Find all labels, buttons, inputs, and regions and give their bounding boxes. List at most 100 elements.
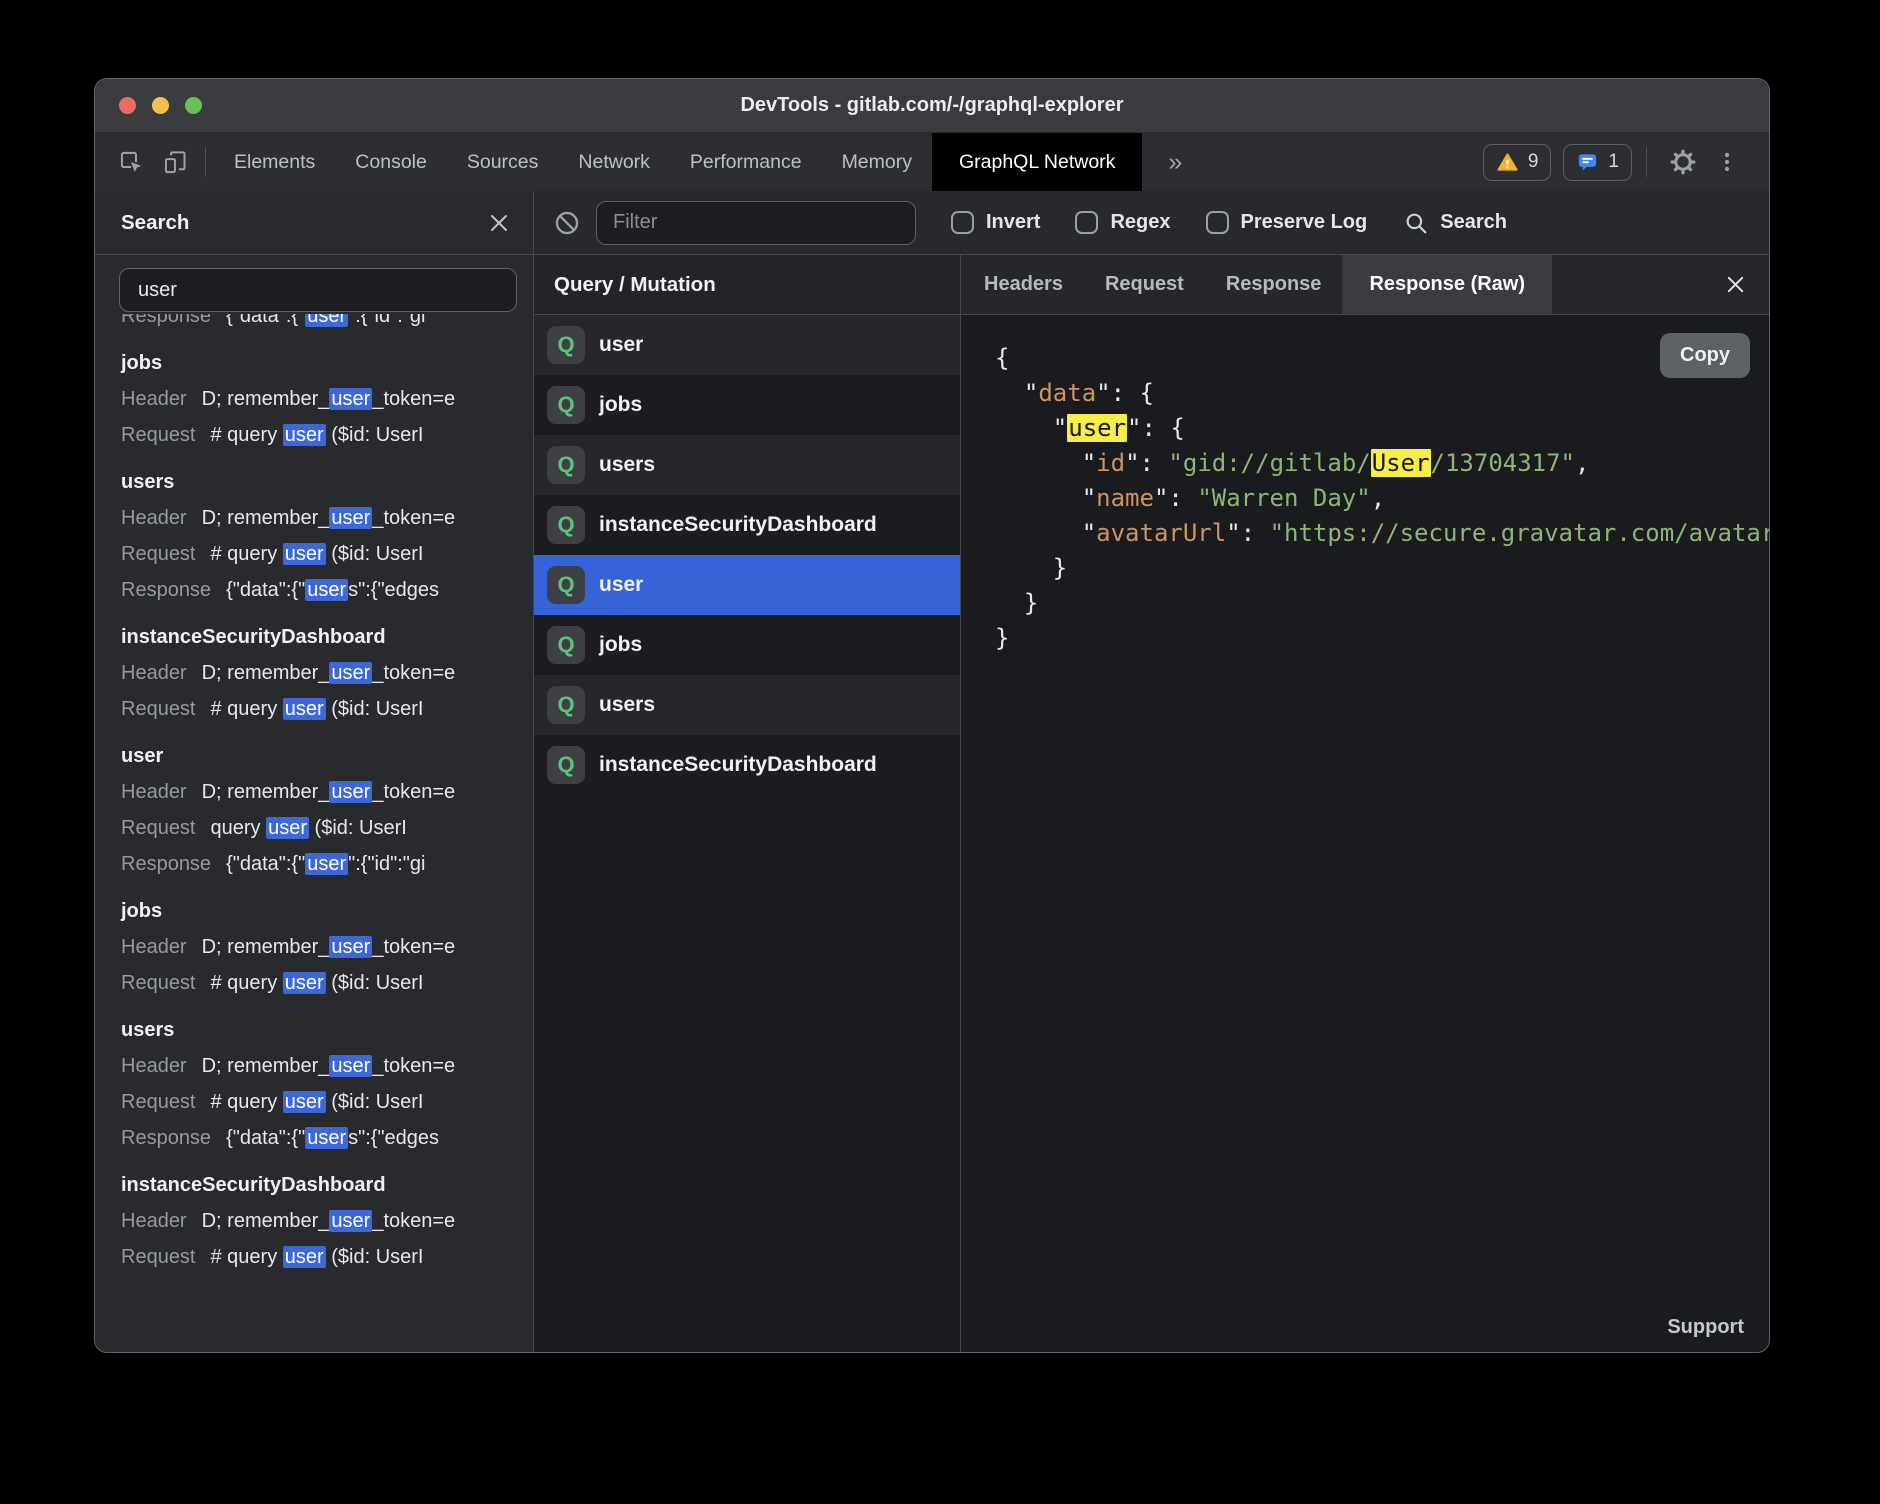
search-result-line[interactable]: HeaderD; remember_user_token=e bbox=[121, 388, 533, 411]
regex-checkbox-box[interactable] bbox=[1075, 211, 1098, 234]
filter-input[interactable] bbox=[596, 201, 916, 245]
search-result-line[interactable]: HeaderD; remember_user_token=e bbox=[121, 507, 533, 530]
search-result-line[interactable]: Request# query user ($id: UserI bbox=[121, 543, 533, 566]
toolbar-divider bbox=[205, 147, 206, 177]
search-result-operation[interactable]: users bbox=[121, 471, 533, 494]
search-result-operation[interactable]: jobs bbox=[121, 352, 533, 375]
tab-sources[interactable]: Sources bbox=[447, 133, 559, 191]
search-result-line[interactable]: Requestquery user ($id: UserI bbox=[121, 817, 533, 840]
query-list-item[interactable]: Qjobs bbox=[534, 615, 960, 675]
detail-panel: HeadersRequestResponse Response (Raw) Co… bbox=[961, 255, 1769, 1352]
query-list-title: Query / Mutation bbox=[554, 273, 716, 297]
copy-button[interactable]: Copy bbox=[1660, 333, 1750, 378]
search-match-highlight: user bbox=[305, 579, 348, 601]
invert-checkbox[interactable]: Invert bbox=[951, 211, 1040, 234]
search-result-line[interactable]: Request# query user ($id: UserI bbox=[121, 698, 533, 721]
invert-checkbox-box[interactable] bbox=[951, 211, 974, 234]
close-window-button[interactable] bbox=[119, 97, 136, 114]
search-result-operation[interactable]: user bbox=[121, 745, 533, 768]
preserve-log-checkbox-box[interactable] bbox=[1206, 211, 1229, 234]
search-result-operation[interactable]: jobs bbox=[121, 900, 533, 923]
search-result-line[interactable]: Request# query user ($id: UserI bbox=[121, 1091, 533, 1114]
result-line-label: Header bbox=[121, 662, 187, 685]
search-result-line[interactable]: HeaderD; remember_user_token=e bbox=[121, 1210, 533, 1233]
search-result-line[interactable]: HeaderD; remember_user_token=e bbox=[121, 781, 533, 804]
tab-elements[interactable]: Elements bbox=[214, 133, 335, 191]
result-line-value: query user ($id: UserI bbox=[211, 817, 407, 840]
search-result-line[interactable]: Request# query user ($id: UserI bbox=[121, 424, 533, 447]
invert-label: Invert bbox=[986, 211, 1040, 234]
search-result-line[interactable]: Request# query user ($id: UserI bbox=[121, 1246, 533, 1269]
query-item-label: user bbox=[599, 333, 643, 357]
search-result-line[interactable]: Response{"data":{"user":{"id":"gi bbox=[121, 314, 533, 328]
device-toolbar-icon[interactable] bbox=[153, 133, 197, 191]
query-list-header: Query / Mutation bbox=[534, 255, 960, 315]
result-line-value: # query user ($id: UserI bbox=[211, 972, 424, 995]
close-search-icon[interactable] bbox=[487, 211, 511, 235]
search-match-highlight: user bbox=[283, 972, 326, 994]
search-result-line[interactable]: Response{"data":{"users":{"edges bbox=[121, 1127, 533, 1150]
search-panel: Search Response{"data":{"user":{"id":"gi… bbox=[95, 191, 534, 1352]
preserve-log-checkbox[interactable]: Preserve Log bbox=[1206, 211, 1368, 234]
result-line-label: Header bbox=[121, 388, 187, 411]
result-line-label: Request bbox=[121, 543, 196, 566]
query-list-item[interactable]: Qusers bbox=[534, 435, 960, 495]
kebab-menu-icon[interactable] bbox=[1705, 133, 1749, 191]
search-match-highlight: user bbox=[266, 817, 309, 839]
detail-tab-request[interactable]: Request bbox=[1084, 255, 1205, 314]
tab-performance[interactable]: Performance bbox=[670, 133, 822, 191]
query-list-item[interactable]: QinstanceSecurityDashboard bbox=[534, 495, 960, 555]
inspect-element-icon[interactable] bbox=[109, 133, 153, 191]
detail-tab-headers[interactable]: Headers bbox=[963, 255, 1084, 314]
search-control[interactable]: Search bbox=[1403, 210, 1507, 236]
query-list-panel: Query / Mutation QuserQjobsQusersQinstan… bbox=[534, 255, 961, 1352]
query-list-item-selected[interactable]: Quser bbox=[534, 555, 960, 615]
query-list-item[interactable]: Quser bbox=[534, 315, 960, 375]
tab-graphql-network[interactable]: GraphQL Network bbox=[932, 133, 1142, 191]
clear-log-icon[interactable] bbox=[550, 209, 584, 237]
result-line-label: Header bbox=[121, 781, 187, 804]
result-line-label: Header bbox=[121, 507, 187, 530]
search-match-highlight: user bbox=[329, 388, 372, 410]
detail-tabs-unselected: HeadersRequestResponse bbox=[963, 255, 1342, 314]
query-list-item[interactable]: Qjobs bbox=[534, 375, 960, 435]
search-result-line[interactable]: HeaderD; remember_user_token=e bbox=[121, 936, 533, 959]
close-detail-icon[interactable] bbox=[1724, 255, 1747, 314]
query-type-icon: Q bbox=[547, 566, 585, 604]
minimize-window-button[interactable] bbox=[152, 97, 169, 114]
search-match-highlight: user bbox=[329, 1055, 372, 1077]
search-result-operation[interactable]: users bbox=[121, 1019, 533, 1042]
query-type-icon: Q bbox=[547, 506, 585, 544]
tab-memory[interactable]: Memory bbox=[822, 133, 932, 191]
query-list: QuserQjobsQusersQinstanceSecurityDashboa… bbox=[534, 315, 960, 1352]
search-result-line[interactable]: Request # query user ($id: UserI bbox=[121, 972, 533, 995]
detail-tab-response[interactable]: Response bbox=[1205, 255, 1343, 314]
search-input[interactable] bbox=[119, 268, 517, 312]
zoom-window-button[interactable] bbox=[185, 97, 202, 114]
search-result-line[interactable]: HeaderD; remember_user_token=e bbox=[121, 662, 533, 685]
query-item-label: users bbox=[599, 693, 655, 717]
message-bubble-icon bbox=[1576, 151, 1599, 174]
search-result-line[interactable]: Response{"data":{"user":{"id":"gi bbox=[121, 853, 533, 876]
regex-checkbox[interactable]: Regex bbox=[1075, 211, 1170, 234]
search-result-line[interactable]: HeaderD; remember_user_token=e bbox=[121, 1055, 533, 1078]
search-panel-title: Search bbox=[121, 211, 189, 235]
issues-badge[interactable]: 1 bbox=[1563, 144, 1632, 181]
result-line-label: Request bbox=[121, 972, 196, 995]
warnings-badge[interactable]: 9 bbox=[1483, 144, 1552, 181]
tab-console[interactable]: Console bbox=[335, 133, 447, 191]
query-list-item[interactable]: Qusers bbox=[534, 675, 960, 735]
detail-tab-response-raw[interactable]: Response (Raw) bbox=[1342, 255, 1552, 314]
result-line-value: # query user ($id: UserI bbox=[211, 1091, 424, 1114]
query-list-item[interactable]: QinstanceSecurityDashboard bbox=[534, 735, 960, 795]
more-tabs-chevron[interactable]: » bbox=[1142, 133, 1208, 191]
search-result-operation[interactable]: instanceSecurityDashboard bbox=[121, 1174, 533, 1197]
search-match-highlight: user bbox=[329, 781, 372, 803]
tab-network[interactable]: Network bbox=[558, 133, 670, 191]
window-title: DevTools - gitlab.com/-/graphql-explorer bbox=[740, 94, 1123, 117]
settings-gear-icon[interactable] bbox=[1661, 133, 1705, 191]
result-line-value: D; remember_user_token=e bbox=[202, 1210, 456, 1233]
support-link[interactable]: Support bbox=[1667, 1316, 1744, 1339]
search-result-operation[interactable]: instanceSecurityDashboard bbox=[121, 626, 533, 649]
search-result-line[interactable]: Response{"data":{"users":{"edges bbox=[121, 579, 533, 602]
